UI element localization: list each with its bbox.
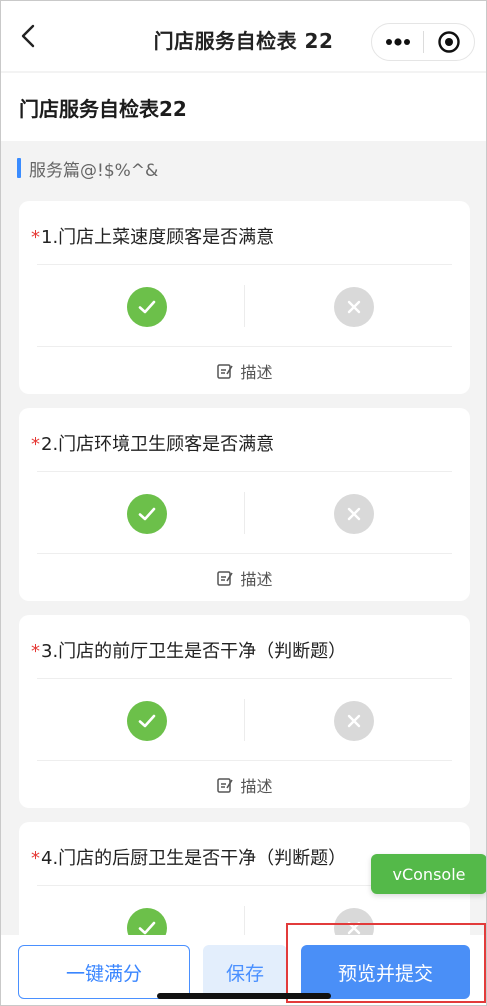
divider <box>37 264 452 265</box>
sheet-title: 门店服务自检表22 <box>19 97 187 121</box>
sheet-header: 门店服务自检表22 <box>1 73 486 141</box>
question-text: 4.门店的后厨卫生是否干净（判断题） <box>41 848 347 869</box>
question-card: *3.门店的前厅卫生是否干净（判断题） 描述 <box>19 615 470 808</box>
highlight-annotation-box <box>286 923 486 1003</box>
check-icon <box>138 714 156 728</box>
description-label: 描述 <box>240 570 273 589</box>
required-mark: * <box>31 641 40 662</box>
divider <box>37 553 452 554</box>
question-title: *2.门店环境卫生顾客是否满意 <box>31 430 274 456</box>
description-button[interactable]: 描述 <box>19 359 470 383</box>
check-icon <box>138 507 156 521</box>
divider <box>37 471 452 472</box>
description-label: 描述 <box>240 363 273 382</box>
description-label: 描述 <box>240 777 273 796</box>
required-mark: * <box>31 227 40 248</box>
section-accent-bar <box>17 158 21 178</box>
cross-icon <box>347 507 361 521</box>
section-label: 服务篇@!$%^& <box>17 157 159 181</box>
edit-note-icon <box>217 778 234 793</box>
question-title: *3.门店的前厅卫生是否干净（判断题） <box>31 637 346 663</box>
required-mark: * <box>31 848 40 869</box>
divider <box>37 678 452 679</box>
description-button[interactable]: 描述 <box>19 773 470 797</box>
question-text: 3.门店的前厅卫生是否干净（判断题） <box>41 641 347 662</box>
pass-button[interactable] <box>127 494 167 534</box>
cross-icon <box>347 300 361 314</box>
close-mini-program-button[interactable] <box>424 24 474 60</box>
divider <box>37 346 452 347</box>
app-frame: 门店服务自检表 22 门店服务自检表22 服务篇@!$%^& *1.门店上菜速度… <box>0 0 487 1006</box>
section-title: 服务篇@!$%^& <box>29 160 159 181</box>
question-title: *1.门店上菜速度顾客是否满意 <box>31 223 274 249</box>
pass-button[interactable] <box>127 701 167 741</box>
description-button[interactable]: 描述 <box>19 566 470 590</box>
question-title: *4.门店的后厨卫生是否干净（判断题） <box>31 844 346 870</box>
edit-note-icon <box>217 571 234 586</box>
question-text: 1.门店上菜速度顾客是否满意 <box>41 227 275 248</box>
question-card: *2.门店环境卫生顾客是否满意 描述 <box>19 408 470 601</box>
vconsole-button[interactable]: vConsole <box>371 854 486 894</box>
target-circle-icon <box>438 31 460 53</box>
save-button[interactable]: 保存 <box>203 945 287 999</box>
choice-divider <box>244 285 245 327</box>
more-menu-button[interactable] <box>372 24 423 60</box>
full-score-button[interactable]: 一键满分 <box>18 945 190 999</box>
mini-program-capsule <box>371 23 475 61</box>
divider <box>37 760 452 761</box>
edit-note-icon <box>217 364 234 379</box>
choice-divider <box>244 492 245 534</box>
home-indicator <box>157 993 331 999</box>
navigation-bar: 门店服务自检表 22 <box>1 1 486 71</box>
required-mark: * <box>31 434 40 455</box>
fail-button[interactable] <box>334 701 374 741</box>
more-dots-icon <box>385 38 410 46</box>
choice-divider <box>244 699 245 741</box>
question-text: 2.门店环境卫生顾客是否满意 <box>41 434 275 455</box>
cross-icon <box>347 714 361 728</box>
pass-button[interactable] <box>127 287 167 327</box>
fail-button[interactable] <box>334 494 374 534</box>
question-card: *1.门店上菜速度顾客是否满意 描述 <box>19 201 470 394</box>
fail-button[interactable] <box>334 287 374 327</box>
check-icon <box>138 300 156 314</box>
